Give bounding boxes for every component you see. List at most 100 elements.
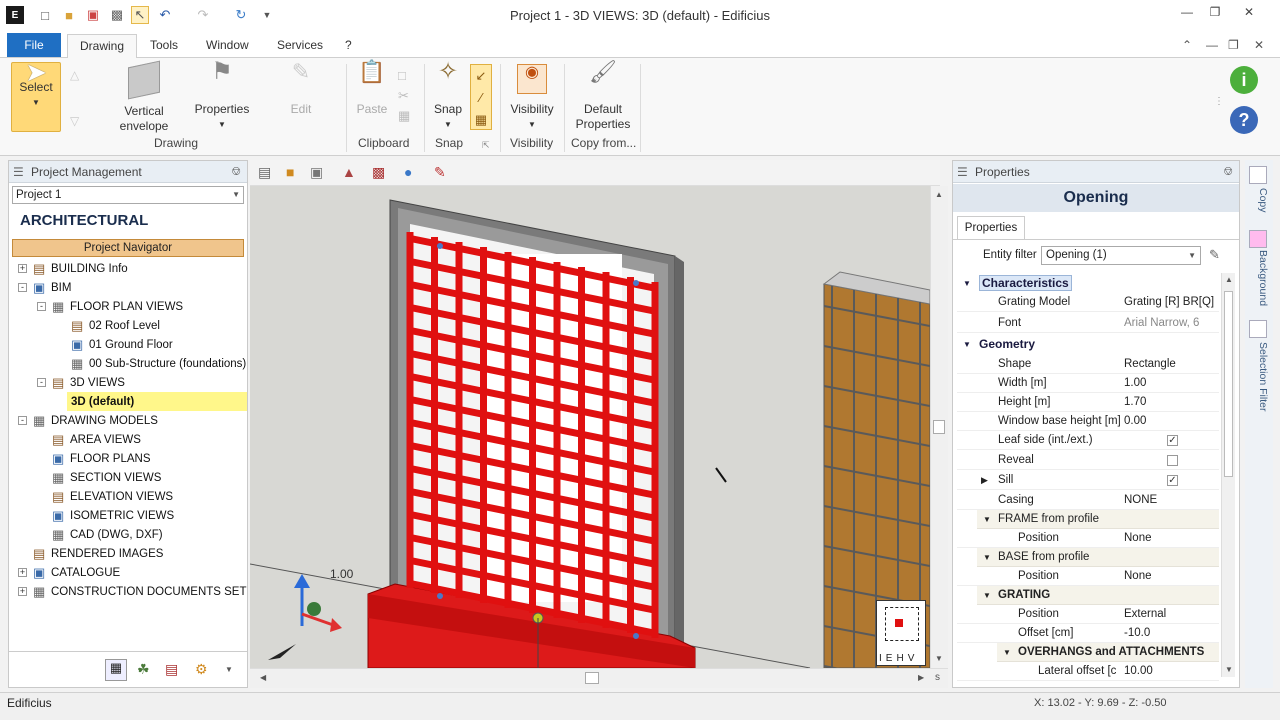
visibility-button[interactable]: ◉ Visibility ▼: [505, 64, 559, 132]
default-properties-button[interactable]: 🖌 Default Properties: [570, 61, 636, 132]
ribbon-collapse-icon[interactable]: ⌃: [1182, 38, 1192, 52]
tree-item[interactable]: ▣ ISOMETRIC VIEWS: [9, 506, 249, 525]
tree-item[interactable]: - ▤ 3D VIEWS: [9, 373, 249, 392]
vertical-scrollbar[interactable]: ▲ ▼: [930, 186, 948, 668]
tree-item[interactable]: ▤ RENDERED IMAGES: [9, 544, 249, 563]
section-base-from-profile[interactable]: ▼ BASE from profile: [977, 548, 1219, 567]
row-casing[interactable]: Casing NONE: [957, 491, 1219, 510]
tree-item[interactable]: - ▦ DRAWING MODELS: [9, 411, 249, 430]
row-sill[interactable]: ▶ Sill ✓: [957, 471, 1219, 490]
doc-restore-icon[interactable]: ❐: [1228, 38, 1239, 52]
sheet-icon[interactable]: ▤: [258, 164, 271, 181]
section-frame-from-profile[interactable]: ▼ FRAME from profile: [977, 510, 1219, 529]
row-offset[interactable]: Offset [cm] -10.0: [957, 624, 1219, 643]
paste-button[interactable]: 📋 Paste: [352, 61, 392, 117]
layers-icon[interactable]: ▩: [372, 164, 385, 181]
row-width[interactable]: Width [m] 1.00: [957, 374, 1219, 393]
help-icon[interactable]: ?: [1230, 106, 1258, 134]
nav-face-h[interactable]: H: [896, 653, 905, 665]
row-font[interactable]: Font Arial Narrow, 6: [957, 314, 1219, 333]
report-icon[interactable]: ▤: [165, 661, 178, 678]
project-navigator-button[interactable]: Project Navigator: [12, 239, 244, 257]
section-overhangs[interactable]: ▼ OVERHANGS and ATTACHMENTS: [997, 643, 1219, 662]
doc-close-icon[interactable]: ✕: [1254, 38, 1264, 52]
section-geometry[interactable]: ▼ Geometry: [957, 334, 1219, 354]
dialog-launcher-icon[interactable]: ⇱: [482, 140, 490, 151]
properties-scroll-thumb[interactable]: [1224, 291, 1233, 477]
row-window-base-height[interactable]: Window base height [m] 0.00: [957, 412, 1219, 431]
tab-help[interactable]: ?: [345, 38, 352, 52]
ribbon-more-icon[interactable]: ⋮: [1214, 96, 1224, 107]
properties-button[interactable]: ⚑ Properties ▼: [192, 60, 252, 132]
navigator-tool-icon[interactable]: ▦: [105, 659, 127, 681]
expand-icon[interactable]: ▶: [981, 475, 988, 486]
foliage-icon[interactable]: ☘: [137, 661, 150, 678]
selection-filter-side-icon[interactable]: [1249, 320, 1267, 338]
vertical-envelope-button[interactable]: Vertical envelope: [106, 60, 182, 134]
row-shape[interactable]: Shape Rectangle: [957, 355, 1219, 374]
split-icon[interactable]: s: [935, 672, 940, 683]
minimize-button[interactable]: —: [1172, 2, 1202, 22]
side-tab-selection-filter[interactable]: Selection Filter: [1249, 342, 1269, 411]
select-button[interactable]: ➤ Select ▼: [11, 59, 61, 132]
pin-icon[interactable]: ⎊: [1223, 164, 1233, 179]
tree-item[interactable]: - ▦ FLOOR PLAN VIEWS: [9, 297, 249, 316]
row-base-position[interactable]: Position None: [957, 567, 1219, 586]
tree-item[interactable]: ▤ AREA VIEWS: [9, 430, 249, 449]
box-icon[interactable]: ■: [286, 164, 294, 180]
tree-item[interactable]: ▣ FLOOR PLANS: [9, 449, 249, 468]
zoom-extents-icon[interactable]: ▣: [310, 164, 323, 181]
side-tab-copy[interactable]: Copy: [1249, 188, 1269, 213]
nav-face-e[interactable]: E: [886, 653, 895, 665]
section-characteristics[interactable]: ▼ Characteristics: [957, 273, 1219, 293]
horizontal-scrollbar[interactable]: ◀ ▶ s: [250, 668, 948, 688]
row-lateral-offset[interactable]: Lateral offset [c 10.00: [957, 662, 1219, 681]
entity-filter-select[interactable]: Opening (1) ▼: [1041, 246, 1201, 265]
doc-minimize-icon[interactable]: —: [1206, 38, 1218, 52]
file-menu[interactable]: File: [7, 33, 61, 57]
pin-icon[interactable]: ⎊: [231, 164, 241, 179]
tree-item[interactable]: ▦ CAD (DWG, DXF): [9, 525, 249, 544]
tree-item[interactable]: + ▦ CONSTRUCTION DOCUMENTS SET: [9, 582, 249, 601]
restore-button[interactable]: ❐: [1200, 2, 1230, 22]
collapse-icon[interactable]: -: [37, 378, 46, 387]
tab-tools[interactable]: Tools: [150, 38, 178, 52]
row-height[interactable]: Height [m] 1.70: [957, 393, 1219, 412]
expand-icon[interactable]: +: [18, 264, 27, 273]
tree-item[interactable]: - ▣ BIM: [9, 278, 249, 297]
tree-item[interactable]: ▤ 02 Roof Level: [9, 316, 249, 335]
collapse-icon[interactable]: -: [37, 302, 46, 311]
row-frame-position[interactable]: Position None: [957, 529, 1219, 548]
expand-icon[interactable]: +: [18, 587, 27, 596]
tree-item[interactable]: ▦ 00 Sub-Structure (foundations): [9, 354, 249, 373]
tree-item[interactable]: ▦ SECTION VIEWS: [9, 468, 249, 487]
info-icon[interactable]: i: [1230, 66, 1258, 94]
reveal-checkbox[interactable]: [1167, 454, 1178, 466]
edit-button[interactable]: ✎ Edit: [282, 61, 320, 117]
row-leaf-side[interactable]: Leaf side (int./ext.) ✓: [957, 431, 1219, 450]
3d-viewport[interactable]: 1.00 I E H V: [250, 186, 930, 668]
tab-services[interactable]: Services: [277, 38, 323, 52]
project-select[interactable]: Project 1 ▼: [12, 186, 244, 204]
walkthrough-icon[interactable]: ▲: [342, 164, 356, 180]
leaf-side-checkbox[interactable]: ✓: [1167, 434, 1178, 446]
copy-cut-icons[interactable]: □ ✂ ▦: [398, 66, 410, 126]
tree-item[interactable]: ▤ ELEVATION VIEWS: [9, 487, 249, 506]
copy-side-icon[interactable]: [1249, 166, 1267, 184]
background-side-icon[interactable]: [1249, 230, 1267, 248]
paint-icon[interactable]: ✎: [434, 164, 446, 181]
nav-face-v[interactable]: V: [908, 653, 917, 665]
sphere-icon[interactable]: ●: [404, 164, 412, 180]
scroll-thumb[interactable]: [933, 420, 945, 434]
collapse-icon[interactable]: -: [18, 416, 27, 425]
tree-item[interactable]: ▣ 01 Ground Floor: [9, 335, 249, 354]
expand-icon[interactable]: +: [18, 568, 27, 577]
tab-drawing[interactable]: Drawing: [67, 34, 138, 60]
section-grating[interactable]: ▼ GRATING: [977, 586, 1219, 605]
tab-properties[interactable]: Properties: [957, 216, 1025, 240]
filter-edit-icon[interactable]: ✎: [1209, 247, 1220, 263]
side-tab-background[interactable]: Background: [1249, 250, 1269, 306]
settings-gear-icon[interactable]: ⚙: [195, 661, 208, 678]
snap-options-icons[interactable]: ↙ ∕ ▦: [470, 64, 492, 130]
toolbar-dropdown-icon[interactable]: ▼: [225, 665, 233, 674]
